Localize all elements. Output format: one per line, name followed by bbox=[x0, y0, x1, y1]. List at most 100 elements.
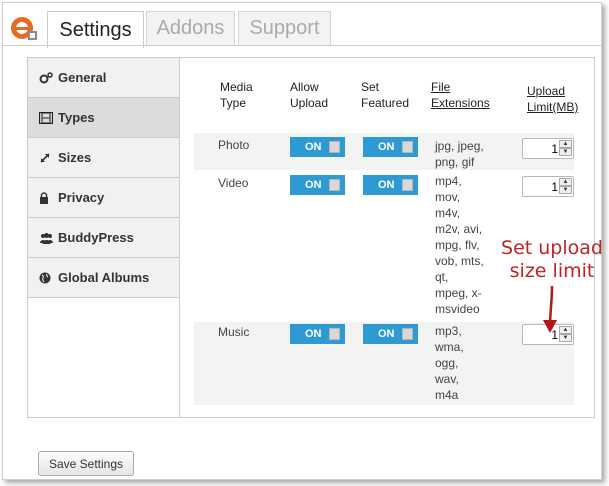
set-featured-toggle-music[interactable]: ON bbox=[363, 324, 418, 344]
header-set-featured: Set Featured bbox=[361, 79, 409, 111]
extension-line: m4v, bbox=[435, 206, 461, 220]
sidebar-item-label: BuddyPress bbox=[58, 230, 134, 245]
sidebar-item-privacy[interactable]: Privacy bbox=[28, 178, 179, 218]
toggle-label: ON bbox=[305, 179, 322, 191]
sidebar: General Types Sizes Privacy BuddyPress G… bbox=[28, 58, 180, 417]
header-allow-upload: Allow Upload bbox=[290, 79, 328, 111]
sidebar-item-label: General bbox=[58, 70, 107, 85]
sidebar-item-sizes[interactable]: Sizes bbox=[28, 138, 179, 178]
save-settings-button[interactable]: Save Settings bbox=[38, 451, 134, 476]
file-extensions-music: mp3, wma, ogg, wav, m4a bbox=[435, 323, 464, 403]
group-icon bbox=[39, 231, 54, 245]
annotation-line: Set upload bbox=[501, 237, 603, 259]
stepper-arrows: ▲ ▼ bbox=[559, 178, 572, 195]
extension-line: wav, bbox=[435, 372, 459, 386]
tab-label: Addons bbox=[156, 17, 225, 39]
header-line: Upload bbox=[527, 84, 566, 98]
stepper-down-icon[interactable]: ▼ bbox=[559, 186, 572, 194]
extension-line: mp4, bbox=[435, 174, 462, 188]
media-type-music: Music bbox=[218, 325, 250, 339]
settings-window: Settings Addons Support General Types Si… bbox=[2, 2, 603, 480]
allow-upload-toggle-video[interactable]: ON bbox=[290, 175, 345, 195]
sidebar-item-global-albums[interactable]: Global Albums bbox=[28, 258, 179, 298]
header-media-type: Media Type bbox=[220, 79, 253, 111]
lock-icon bbox=[39, 191, 54, 205]
header-line: Limit(MB) bbox=[527, 100, 579, 114]
file-extensions-video: mp4, mov, m4v, m2v, avi, mpg, flv, vob, … bbox=[435, 173, 484, 317]
upload-limit-input-video[interactable] bbox=[523, 177, 560, 196]
sidebar-item-label: Sizes bbox=[58, 150, 92, 165]
sidebar-item-label: Global Albums bbox=[58, 270, 150, 285]
sidebar-item-types[interactable]: Types bbox=[28, 98, 179, 138]
header-line: Extensions bbox=[431, 96, 490, 110]
toggle-knob bbox=[402, 141, 413, 153]
extension-line: wma, bbox=[435, 340, 464, 354]
extension-line: qt, bbox=[435, 270, 449, 284]
tab-addons[interactable]: Addons bbox=[146, 11, 235, 45]
annotation-callout: Set upload size limit bbox=[498, 237, 606, 283]
toggle-label: ON bbox=[305, 328, 322, 340]
tab-divider bbox=[3, 45, 601, 46]
header-line: Upload bbox=[290, 96, 329, 110]
cogs-icon bbox=[39, 71, 54, 85]
stepper-arrows: ▲ ▼ bbox=[559, 140, 572, 157]
toggle-label: ON bbox=[378, 328, 395, 340]
media-type-video: Video bbox=[218, 176, 249, 190]
tab-label: Support bbox=[249, 17, 320, 39]
upload-limit-stepper-photo[interactable]: ▲ ▼ bbox=[522, 138, 574, 159]
globe-icon bbox=[39, 271, 54, 285]
set-featured-toggle-video[interactable]: ON bbox=[363, 175, 418, 195]
extension-line: msvideo bbox=[435, 302, 480, 316]
types-content: Media Type Allow Upload Set Featured Fil… bbox=[180, 58, 603, 417]
rtmedia-logo-icon bbox=[11, 17, 37, 40]
film-icon bbox=[39, 111, 54, 125]
toggle-knob bbox=[402, 328, 413, 340]
header-upload-limit[interactable]: Upload Limit(MB) bbox=[527, 83, 578, 115]
file-extensions-photo: jpg, jpeg, png, gif bbox=[435, 138, 484, 170]
allow-upload-toggle-photo[interactable]: ON bbox=[290, 137, 345, 157]
sidebar-item-general[interactable]: General bbox=[28, 58, 179, 98]
toggle-knob bbox=[329, 141, 340, 153]
header-file-extensions[interactable]: File Extensions bbox=[431, 79, 490, 111]
tab-settings[interactable]: Settings bbox=[47, 11, 144, 48]
allow-upload-toggle-music[interactable]: ON bbox=[290, 324, 345, 344]
stepper-up-icon[interactable]: ▲ bbox=[559, 140, 572, 148]
extension-line: mpeg, x- bbox=[435, 286, 482, 300]
annotation-arrow-icon bbox=[543, 286, 557, 333]
set-featured-toggle-photo[interactable]: ON bbox=[363, 137, 418, 157]
extension-line: m4a bbox=[435, 388, 459, 402]
tab-label: Settings bbox=[59, 18, 132, 41]
extension-line: m2v, avi, bbox=[435, 222, 483, 236]
toggle-knob bbox=[329, 328, 340, 340]
extension-line: mp3, bbox=[435, 324, 462, 338]
header-line: Type bbox=[220, 96, 247, 110]
toggle-knob bbox=[402, 179, 413, 191]
media-type-photo: Photo bbox=[218, 138, 250, 152]
stepper-down-icon[interactable]: ▼ bbox=[559, 148, 572, 156]
extension-line: mpg, flv, bbox=[435, 238, 480, 252]
extension-line: png, gif bbox=[435, 155, 475, 169]
extension-line: vob, mts, bbox=[435, 254, 484, 268]
toggle-label: ON bbox=[378, 179, 395, 191]
header-line: Allow bbox=[290, 80, 319, 94]
header-line: Media bbox=[220, 80, 253, 94]
sidebar-item-label: Privacy bbox=[58, 190, 105, 205]
header-line: File bbox=[431, 80, 451, 94]
extension-line: mov, bbox=[435, 190, 461, 204]
settings-panel: General Types Sizes Privacy BuddyPress G… bbox=[27, 57, 603, 418]
resize-icon bbox=[39, 151, 54, 165]
upload-limit-stepper-video[interactable]: ▲ ▼ bbox=[522, 176, 574, 197]
sidebar-item-buddypress[interactable]: BuddyPress bbox=[28, 218, 179, 258]
tab-support[interactable]: Support bbox=[238, 11, 331, 45]
upload-limit-input-photo[interactable] bbox=[523, 139, 560, 158]
stepper-up-icon[interactable]: ▲ bbox=[559, 178, 572, 186]
toggle-label: ON bbox=[305, 141, 322, 153]
extension-line: jpg, jpeg, bbox=[435, 139, 484, 153]
stepper-down-icon[interactable]: ▼ bbox=[559, 334, 572, 342]
annotation-line: size limit bbox=[509, 260, 595, 282]
extension-line: ogg, bbox=[435, 356, 459, 370]
header-line: Set bbox=[361, 80, 380, 94]
sidebar-item-label: Types bbox=[58, 110, 95, 125]
toggle-label: ON bbox=[378, 141, 395, 153]
toggle-knob bbox=[329, 179, 340, 191]
